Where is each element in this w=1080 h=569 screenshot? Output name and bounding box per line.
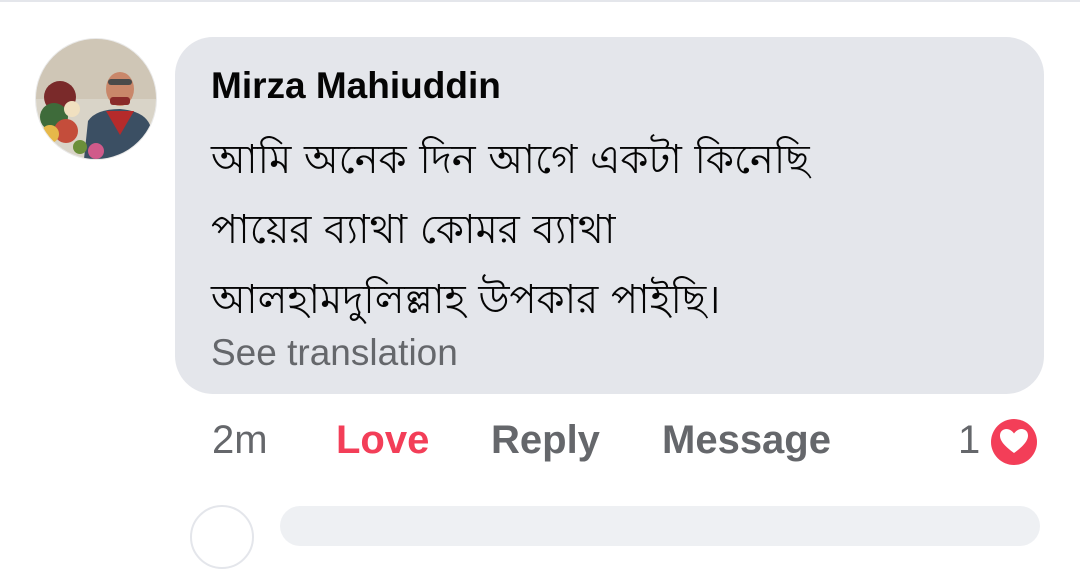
reaction-count[interactable]: 1	[958, 415, 980, 465]
comment-bubble: Mirza Mahiuddin আমি অনেক দিন আগে একটা কি…	[175, 37, 1044, 394]
see-translation-link[interactable]: See translation	[211, 332, 458, 374]
comment-line: পায়ের ব্যাথা কোমর ব্যাথা	[211, 207, 616, 253]
comment-author[interactable]: Mirza Mahiuddin	[211, 65, 501, 107]
comment-line: আমি অনেক দিন আগে একটা কিনেছি	[211, 137, 810, 183]
comment-text: আমি অনেক দিন আগে একটা কিনেছি পায়ের ব্যা…	[211, 125, 1011, 335]
next-comment-avatar[interactable]	[190, 505, 254, 569]
avatar[interactable]	[35, 38, 157, 160]
message-button[interactable]: Message	[662, 415, 831, 465]
avatar-photo	[36, 39, 156, 159]
reply-button[interactable]: Reply	[491, 415, 600, 465]
top-divider	[0, 0, 1080, 2]
comment-timestamp[interactable]: 2m	[212, 415, 268, 465]
love-heart-icon[interactable]	[985, 413, 1043, 471]
comment-line: আলহামদুলিল্লাহ উপকার পাইছি।	[211, 277, 721, 323]
love-button[interactable]: Love	[336, 415, 429, 465]
next-comment-bubble	[280, 506, 1040, 546]
